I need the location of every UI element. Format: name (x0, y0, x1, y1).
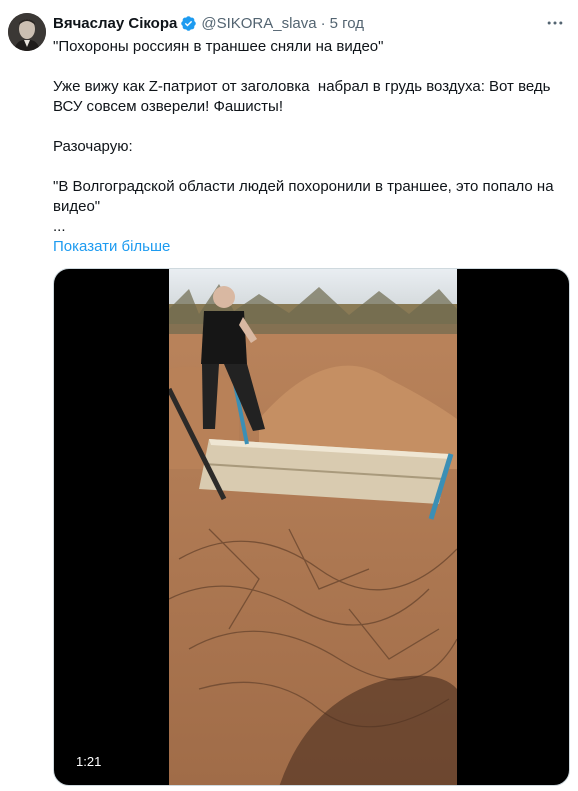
author-handle[interactable]: @SIKORA_slava (201, 15, 316, 32)
tweet-timestamp[interactable]: 5 год (330, 15, 364, 32)
tweet-paragraph: Разочарую: (53, 138, 133, 155)
author-name[interactable]: Вячаслау Сікора (53, 15, 177, 32)
video-duration-badge: 1:21 (70, 751, 108, 773)
tweet-paragraph: "В Волгоградской области людей похоронил… (53, 178, 554, 235)
tweet-text: "Похороны россиян в траншее сняли на вид… (53, 37, 568, 237)
tweet-paragraph: "Похороны россиян в траншее сняли на вид… (53, 38, 384, 55)
show-more-link[interactable]: Показати більше (53, 237, 170, 257)
author-avatar[interactable] (8, 13, 46, 51)
verified-badge-icon (180, 15, 197, 32)
tweet-header: Вячаслау Сікора @SIKORA_slava · 5 год (53, 12, 364, 34)
video-thumbnail[interactable] (169, 269, 457, 785)
separator-dot: · (320, 14, 326, 32)
more-options-icon[interactable] (544, 12, 566, 34)
video-player[interactable]: 1:21 (53, 268, 570, 786)
tweet-paragraph: Уже вижу как Z-патриот от заголовка набр… (53, 78, 555, 115)
